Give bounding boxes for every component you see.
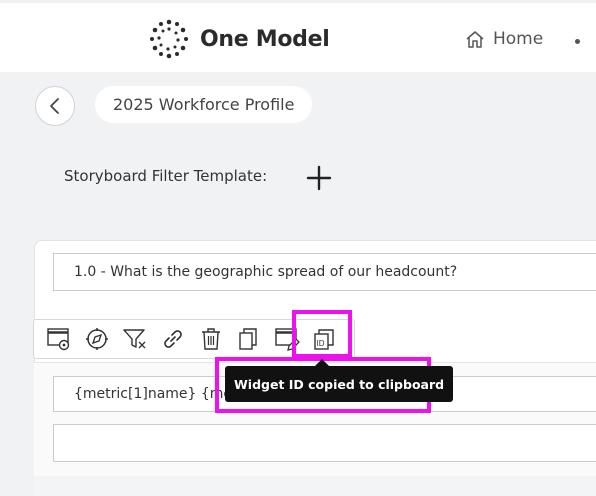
page-title[interactable]: 2025 Workforce Profile bbox=[95, 86, 313, 123]
filter-button[interactable] bbox=[116, 320, 154, 358]
brand-name: One Model bbox=[200, 26, 330, 52]
widget-settings-button[interactable] bbox=[40, 320, 78, 358]
copy-id-highlight bbox=[292, 310, 352, 358]
home-nav-link[interactable]: Home bbox=[465, 29, 543, 49]
trash-icon bbox=[202, 328, 220, 350]
window-settings-icon bbox=[47, 328, 70, 351]
link-button[interactable] bbox=[154, 320, 192, 358]
brand-logo[interactable]: One Model bbox=[148, 18, 330, 60]
back-button[interactable] bbox=[35, 86, 75, 126]
filter-icon bbox=[123, 329, 146, 349]
widget-question-input[interactable]: 1.0 - What is the geographic spread of o… bbox=[53, 253, 596, 291]
delete-button[interactable] bbox=[192, 320, 230, 358]
one-model-logo-icon bbox=[150, 19, 188, 59]
copied-tooltip: Widget ID copied to clipboard bbox=[225, 366, 454, 402]
nav-separator-dot bbox=[575, 39, 580, 44]
tooltip-arrow bbox=[315, 359, 329, 366]
explore-button[interactable] bbox=[78, 320, 116, 358]
duplicate-button[interactable] bbox=[230, 320, 268, 358]
add-filter-icon[interactable] bbox=[305, 164, 333, 192]
metric-text: {metric[1]name} {me bbox=[74, 386, 233, 402]
widget-preview-area bbox=[34, 476, 596, 496]
chevron-left-icon bbox=[50, 98, 59, 114]
compass-icon bbox=[86, 328, 108, 350]
duplicate-icon bbox=[239, 328, 257, 350]
home-label: Home bbox=[493, 29, 544, 49]
widget-secondary-input[interactable] bbox=[53, 424, 596, 462]
filter-template-label: Storyboard Filter Template: bbox=[64, 167, 268, 185]
home-icon bbox=[466, 31, 484, 48]
top-navigation-bar: One Model Home bbox=[0, 0, 596, 72]
link-icon bbox=[164, 330, 182, 348]
